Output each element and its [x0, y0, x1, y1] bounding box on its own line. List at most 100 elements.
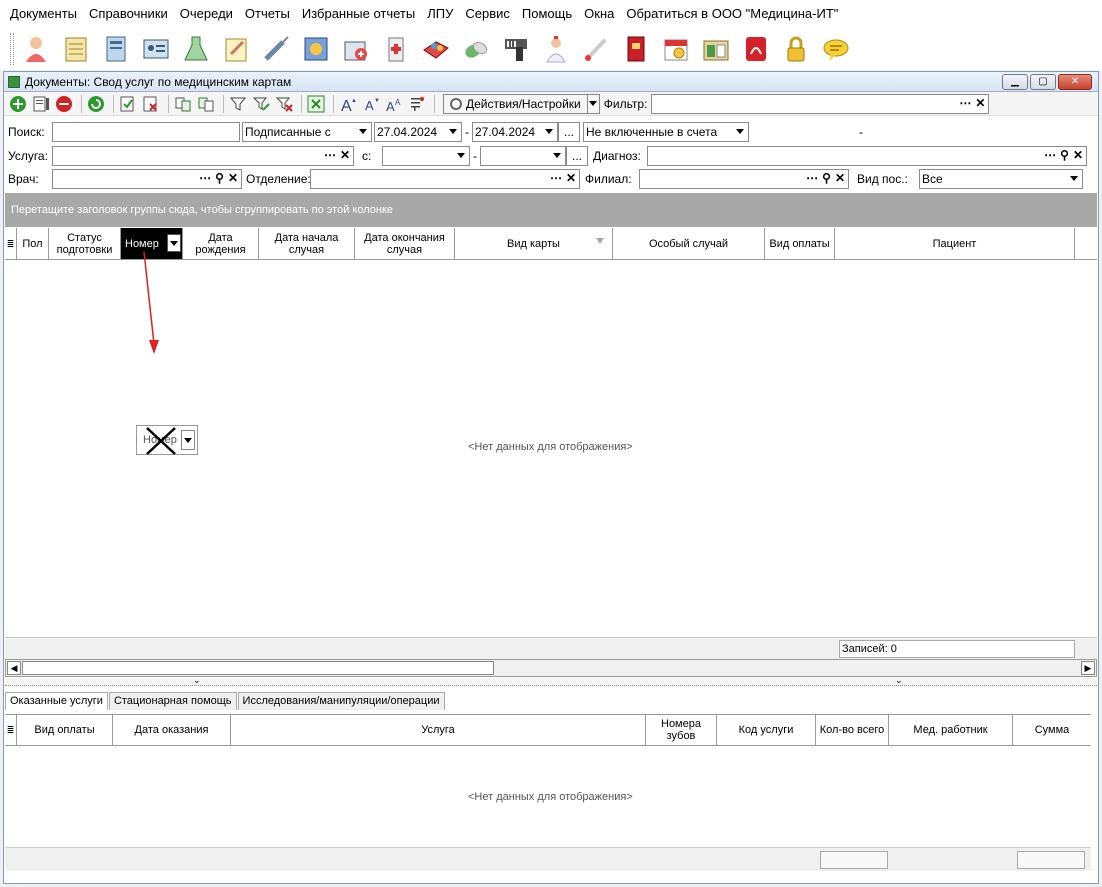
calendar-icon[interactable]	[660, 33, 692, 65]
font-increase-icon[interactable]: A ▲	[338, 94, 358, 114]
tab-procedures[interactable]: Исследования/манипуляции/операции	[237, 692, 445, 710]
panel-splitter[interactable]: ⌄ ⌄	[5, 675, 1097, 686]
ellipsis-icon[interactable]: ⋯	[199, 171, 211, 185]
column-header-card-type[interactable]: Вид карты	[455, 228, 613, 259]
column-header-teeth-numbers[interactable]: Номера зубов	[646, 715, 717, 745]
menu-documents[interactable]: Документы	[4, 0, 83, 28]
lab-flask-icon[interactable]	[180, 33, 212, 65]
pdf-icon[interactable]	[740, 33, 772, 65]
column-header-medical-worker[interactable]: Мед. работник	[889, 715, 1013, 745]
column-header-case-start[interactable]: Дата начала случая	[259, 228, 355, 259]
diagnosis-field[interactable]: ⋯ ⚲ ✕	[647, 146, 1087, 166]
doctor-icon[interactable]	[20, 33, 52, 65]
syringe-icon[interactable]	[260, 33, 292, 65]
splitter-collapse-icon[interactable]: ⌄	[193, 675, 201, 686]
clear-icon[interactable]: ✕	[340, 148, 350, 162]
splitter-expand-icon[interactable]: ⌄	[895, 675, 903, 686]
column-header-service[interactable]: Услуга	[231, 715, 646, 745]
column-header-birth-date[interactable]: Дата рождения	[183, 228, 259, 259]
clear-icon[interactable]: ✕	[228, 171, 238, 185]
filter-clear-icon[interactable]	[274, 94, 294, 114]
column-header-service-date[interactable]: Дата оказания	[113, 715, 231, 745]
column-chooser-button[interactable]: ≣	[5, 228, 17, 259]
column-header-sex[interactable]: Пол	[17, 228, 49, 259]
paste-icon[interactable]	[196, 94, 216, 114]
menu-service[interactable]: Сервис	[459, 0, 516, 28]
column-header-case-end[interactable]: Дата окончания случая	[355, 228, 455, 259]
filter-field[interactable]: ⋯ ✕	[651, 93, 990, 114]
capsules-icon[interactable]	[460, 33, 492, 65]
pills-box-icon[interactable]	[420, 33, 452, 65]
menu-queues[interactable]: Очереди	[174, 0, 239, 28]
actions-dropdown-button[interactable]	[587, 93, 600, 114]
filter-icon[interactable]	[228, 94, 248, 114]
schedule-icon[interactable]	[300, 33, 332, 65]
card-icon[interactable]	[100, 33, 132, 65]
visit-type-select[interactable]: Все	[919, 169, 1083, 189]
ellipsis-icon[interactable]: ⋯	[806, 171, 818, 185]
menu-lpu[interactable]: ЛПУ	[421, 0, 459, 28]
date-period-button[interactable]: ...	[558, 122, 580, 142]
column-header-payment-type[interactable]: Вид оплаты	[765, 228, 835, 259]
menu-references[interactable]: Справочники	[83, 0, 174, 28]
minimize-button[interactable]: ▁	[1002, 73, 1028, 90]
excel-export-icon[interactable]	[306, 94, 326, 114]
clear-icon[interactable]: ✕	[566, 171, 576, 185]
actions-settings-button[interactable]: Действия/Настройки	[443, 93, 588, 114]
column-header-payment-type[interactable]: Вид оплаты	[17, 715, 113, 745]
scrollbar-thumb[interactable]	[22, 661, 494, 675]
font-decrease-icon[interactable]: A ▼	[361, 94, 381, 114]
column-header-quantity[interactable]: Кол-во всего	[816, 715, 889, 745]
menu-reports[interactable]: Отчеты	[239, 0, 296, 28]
scroll-right-button[interactable]: ▶	[1081, 661, 1095, 675]
scroll-left-button[interactable]: ◀	[7, 661, 21, 675]
service-field[interactable]: ⋯ ✕	[52, 146, 354, 166]
nurse-icon[interactable]	[540, 33, 572, 65]
column-header-prep-status[interactable]: Статус подготовки	[49, 228, 121, 259]
column-header-special-case[interactable]: Особый случай	[613, 228, 765, 259]
tab-provided-services[interactable]: Оказанные услуги	[5, 692, 108, 710]
thermometer-icon[interactable]	[580, 33, 612, 65]
with-date-to-field[interactable]	[480, 146, 566, 166]
search-icon[interactable]: ⚲	[1060, 148, 1069, 162]
check-document-icon[interactable]	[118, 94, 138, 114]
edit-record-icon[interactable]	[31, 94, 51, 114]
uncheck-document-icon[interactable]	[141, 94, 161, 114]
clear-icon[interactable]: ✕	[1073, 148, 1083, 162]
documents-folder-icon[interactable]	[700, 33, 732, 65]
font-reset-icon[interactable]: AA	[384, 94, 404, 114]
refresh-icon[interactable]	[86, 94, 106, 114]
lock-icon[interactable]	[780, 33, 812, 65]
column-filter-dropdown[interactable]	[167, 234, 181, 252]
pharmacy-icon[interactable]	[340, 33, 372, 65]
notepad-icon[interactable]	[220, 33, 252, 65]
column-header-sum[interactable]: Сумма	[1013, 715, 1091, 745]
column-header-service-code[interactable]: Код услуги	[717, 715, 816, 745]
copy-icon[interactable]	[173, 94, 193, 114]
delete-icon[interactable]	[54, 94, 74, 114]
barcode-scanner-icon[interactable]	[500, 33, 532, 65]
tab-inpatient-care[interactable]: Стационарная помощь	[108, 692, 237, 710]
signed-mode-select[interactable]: Подписанные с	[242, 122, 372, 142]
with-date-from-field[interactable]	[382, 146, 470, 166]
clear-icon[interactable]: ✕	[835, 171, 845, 185]
chat-bubble-icon[interactable]	[820, 33, 852, 65]
column-settings-icon[interactable]	[407, 94, 427, 114]
ellipsis-icon[interactable]: ⋯	[959, 96, 971, 110]
menu-contact[interactable]: Обратиться в ООО "Медицина-ИТ"	[620, 0, 844, 28]
ellipsis-icon[interactable]: ⋯	[550, 171, 562, 185]
search-icon[interactable]: ⚲	[822, 171, 831, 185]
group-by-panel[interactable]: Перетащите заголовок группы сюда, чтобы …	[5, 193, 1097, 227]
invoice-mode-select[interactable]: Не включенные в счета	[583, 122, 749, 142]
filter-edit-icon[interactable]	[251, 94, 271, 114]
dragged-column-ghost[interactable]: Номер	[136, 425, 198, 455]
ellipsis-icon[interactable]: ⋯	[1044, 148, 1056, 162]
branch-field[interactable]: ⋯ ⚲ ✕	[639, 169, 849, 189]
journal-icon[interactable]	[60, 33, 92, 65]
doctor-field[interactable]: ⋯ ⚲ ✕	[52, 169, 242, 189]
medical-kit-icon[interactable]	[380, 33, 412, 65]
red-book-icon[interactable]	[620, 33, 652, 65]
search-icon[interactable]: ⚲	[215, 171, 224, 185]
column-header-number[interactable]: Номер	[121, 228, 183, 259]
close-button[interactable]: ✕	[1058, 73, 1092, 90]
